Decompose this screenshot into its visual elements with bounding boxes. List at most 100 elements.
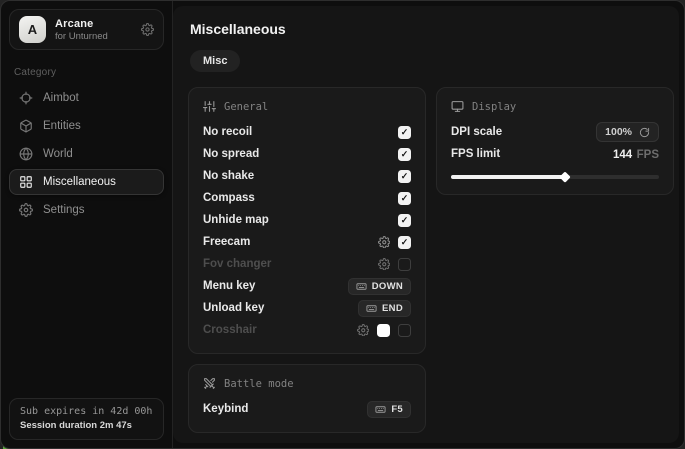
row-label: No shake <box>203 170 254 182</box>
sidebar-item-label: Aimbot <box>43 92 79 104</box>
sidebar-item-aimbot[interactable]: Aimbot <box>9 85 164 111</box>
category-label: Category <box>14 67 159 78</box>
session-duration-text: Session duration 2m 47s <box>20 420 153 431</box>
row-dpi-scale: DPI scale 100% <box>451 121 659 143</box>
compass-checkbox[interactable]: ✓ <box>398 192 411 205</box>
main-content: Miscellaneous Misc GeneralNo recoil✓No s… <box>173 6 679 443</box>
unhide-map-checkbox[interactable]: ✓ <box>398 214 411 227</box>
slider-value: 144 <box>613 149 632 161</box>
sidebar-nav: Aimbot Entities World Miscellaneous Settings <box>1 85 172 390</box>
slider-thumb[interactable] <box>560 171 571 182</box>
row-freecam: Freecam✓ <box>203 231 411 253</box>
panel-title: Battle mode <box>224 378 294 390</box>
row-label: DPI scale <box>451 126 502 138</box>
app-logo: A <box>19 16 46 43</box>
grid-icon <box>19 175 33 189</box>
panel-title: Display <box>472 101 516 113</box>
row-controls: ✓ <box>398 192 411 205</box>
sidebar-item-label: Entities <box>43 120 81 132</box>
freecam-settings-gear-icon[interactable] <box>378 236 391 249</box>
sidebar-item-label: Settings <box>43 204 85 216</box>
panel-columns: GeneralNo recoil✓No spread✓No shake✓Comp… <box>188 87 667 433</box>
row-label: Fov changer <box>203 258 271 270</box>
row-label: Menu key <box>203 280 255 292</box>
sidebar-item-label: World <box>43 148 73 160</box>
sidebar-item-settings[interactable]: Settings <box>9 197 164 223</box>
keybind-value: F5 <box>391 404 403 415</box>
fov-changer-checkbox[interactable] <box>398 258 411 271</box>
row-label: No spread <box>203 148 259 160</box>
dpi-scale-select[interactable]: 100% <box>596 122 659 142</box>
no-recoil-checkbox[interactable]: ✓ <box>398 126 411 139</box>
row-crosshair: Crosshair <box>203 319 411 341</box>
panel-display: Display DPI scale 100% FPS limit 144 FPS <box>436 87 674 195</box>
row-controls: ✓ <box>398 126 411 139</box>
keybind-value: END <box>382 303 403 314</box>
sidebar-item-miscellaneous[interactable]: Miscellaneous <box>9 169 164 195</box>
row-label: No recoil <box>203 126 252 138</box>
app-subtitle: for Unturned <box>55 31 132 42</box>
row-label: Crosshair <box>203 324 257 336</box>
refresh-icon <box>639 127 650 138</box>
right-column: Display DPI scale 100% FPS limit 144 FPS <box>436 87 674 195</box>
no-spread-checkbox[interactable]: ✓ <box>398 148 411 161</box>
freecam-checkbox[interactable]: ✓ <box>398 236 411 249</box>
sidebar: A Arcane for Unturned Category Aimbot Ent… <box>1 1 173 448</box>
row-compass: Compass✓ <box>203 187 411 209</box>
gear-icon <box>19 203 33 217</box>
left-column: GeneralNo recoil✓No spread✓No shake✓Comp… <box>188 87 426 433</box>
row-controls: ✓ <box>398 148 411 161</box>
app-window: A Arcane for Unturned Category Aimbot Ent… <box>0 0 685 449</box>
keybind-keybind-button[interactable]: F5 <box>367 401 411 418</box>
row-no-recoil: No recoil ✓ <box>203 121 411 143</box>
row-controls <box>378 258 412 271</box>
row-label: Keybind <box>203 403 248 415</box>
row-controls: F5 <box>367 401 411 418</box>
sidebar-item-world[interactable]: World <box>9 141 164 167</box>
slider-fill <box>451 175 565 179</box>
keybind-value: DOWN <box>372 281 403 292</box>
tab-bar: Misc <box>190 50 667 72</box>
sidebar-item-entities[interactable]: Entities <box>9 113 164 139</box>
keyboard-icon <box>366 303 377 314</box>
sidebar-item-label: Miscellaneous <box>43 176 116 188</box>
row-no-shake: No shake ✓ <box>203 165 411 187</box>
app-title: Arcane <box>55 18 132 30</box>
row-controls: DOWN <box>348 278 411 295</box>
row-controls: ✓ <box>378 236 412 249</box>
globe-icon <box>19 147 33 161</box>
tab-misc[interactable]: Misc <box>190 50 240 72</box>
unload-key-keybind-button[interactable]: END <box>358 300 411 317</box>
crosshair-color-swatch[interactable] <box>377 324 390 337</box>
app-header-card: A Arcane for Unturned <box>9 9 164 50</box>
panel-display-header: Display <box>451 100 659 113</box>
panel-general-header: General <box>203 100 411 113</box>
select-value: 100% <box>605 126 632 138</box>
app-settings-gear-icon[interactable] <box>141 23 154 36</box>
fps-limit-slider[interactable] <box>451 170 659 182</box>
slider-unit: FPS <box>637 149 659 161</box>
subscription-card: Sub expires in 42d 00h Session duration … <box>9 398 164 440</box>
monitor-icon <box>451 100 464 113</box>
row-unload-key: Unload key END <box>203 297 411 319</box>
row-label: Unload key <box>203 302 264 314</box>
desktop-background: A Arcane for Unturned Category Aimbot Ent… <box>0 0 685 449</box>
sub-expires-text: Sub expires in 42d 00h <box>20 406 153 417</box>
panel-general: GeneralNo recoil✓No spread✓No shake✓Comp… <box>188 87 426 354</box>
app-meta: Arcane for Unturned <box>55 18 132 42</box>
crosshair-settings-gear-icon[interactable] <box>357 324 370 337</box>
row-controls: ✓ <box>398 170 411 183</box>
no-shake-checkbox[interactable]: ✓ <box>398 170 411 183</box>
panel-battle-mode: Battle mode Keybind F5 <box>188 364 426 433</box>
keyboard-icon <box>375 404 386 415</box>
menu-key-keybind-button[interactable]: DOWN <box>348 278 411 295</box>
crosshair-checkbox[interactable] <box>398 324 411 337</box>
keyboard-icon <box>356 281 367 292</box>
row-controls: 100% <box>596 122 659 142</box>
fov-changer-settings-gear-icon[interactable] <box>378 258 391 271</box>
panel-battle-mode-header: Battle mode <box>203 377 411 390</box>
row-label: FPS limit <box>451 148 500 160</box>
swords-icon <box>203 377 216 390</box>
row-controls: 144 FPS <box>613 145 659 163</box>
row-label: Unhide map <box>203 214 269 226</box>
